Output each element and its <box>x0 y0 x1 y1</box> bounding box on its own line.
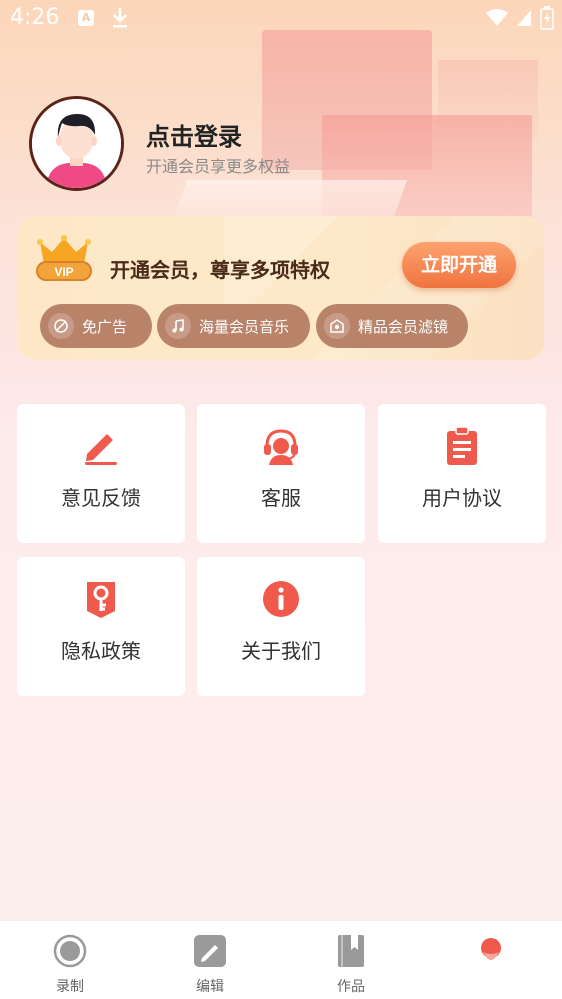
profile-icon <box>481 938 501 960</box>
vip-badge-text: VIP <box>54 265 73 279</box>
record-icon <box>53 934 87 968</box>
perk-label: 海量会员音乐 <box>199 317 290 336</box>
perk-no-ads[interactable]: 免广告 <box>40 304 152 348</box>
menu-privacy-policy[interactable]: 隐私政策 <box>17 557 185 696</box>
battery-icon <box>540 6 554 30</box>
menu-user-agreement[interactable]: 用户协议 <box>378 404 546 543</box>
edit-icon <box>194 935 226 967</box>
avatar[interactable] <box>29 96 124 191</box>
perk-label: 免广告 <box>82 317 128 336</box>
menu-label: 客服 <box>261 486 301 510</box>
menu-label: 意见反馈 <box>61 486 141 510</box>
menu-label: 隐私政策 <box>61 639 141 663</box>
menu-label: 关于我们 <box>241 639 321 663</box>
music-note-icon <box>165 313 191 339</box>
activate-vip-button[interactable]: 立即开通 <box>402 242 516 288</box>
user-avatar-icon <box>32 99 121 188</box>
download-icon <box>113 8 127 28</box>
status-time: 4:26 <box>10 5 60 30</box>
login-title[interactable]: 点击登录 <box>146 117 242 152</box>
notification-a-icon: A <box>78 10 94 26</box>
info-icon <box>263 581 299 617</box>
ad-icon <box>48 313 74 339</box>
bottom-nav: 录制 编辑 作品 <box>0 920 562 999</box>
signal-icon <box>517 10 531 26</box>
menu-customer-service[interactable]: 客服 <box>197 404 365 543</box>
works-icon <box>338 935 364 967</box>
clipboard-icon <box>447 426 477 465</box>
menu-label: 用户协议 <box>422 486 502 510</box>
wifi-icon <box>486 9 508 26</box>
vip-title: 开通会员，尊享多项特权 <box>110 258 330 282</box>
perk-music[interactable]: 海量会员音乐 <box>157 304 310 348</box>
vip-card[interactable]: VIP 开通会员，尊享多项特权 立即开通 免广告 海量会员音乐 精品会员滤镜 <box>18 216 544 360</box>
login-subtitle: 开通会员享更多权益 <box>146 157 291 176</box>
nav-profile[interactable] <box>421 921 561 999</box>
nav-works[interactable]: 作品 <box>281 921 421 999</box>
nav-record[interactable]: 录制 <box>0 921 140 999</box>
nav-label: 录制 <box>56 979 84 995</box>
menu-about-us[interactable]: 关于我们 <box>197 557 365 696</box>
nav-edit[interactable]: 编辑 <box>140 921 280 999</box>
headset-icon <box>264 429 298 465</box>
decor-box <box>172 180 408 220</box>
menu-feedback[interactable]: 意见反馈 <box>17 404 185 543</box>
perk-filters[interactable]: 精品会员滤镜 <box>316 304 468 348</box>
nav-label: 作品 <box>337 979 365 995</box>
pencil-icon <box>85 434 117 465</box>
perk-label: 精品会员滤镜 <box>358 317 449 336</box>
nav-label: 编辑 <box>196 979 224 995</box>
filter-icon <box>324 313 350 339</box>
key-icon <box>87 582 115 618</box>
status-bar: 4:26 A <box>0 0 562 40</box>
vip-crown-icon: VIP <box>36 235 92 281</box>
